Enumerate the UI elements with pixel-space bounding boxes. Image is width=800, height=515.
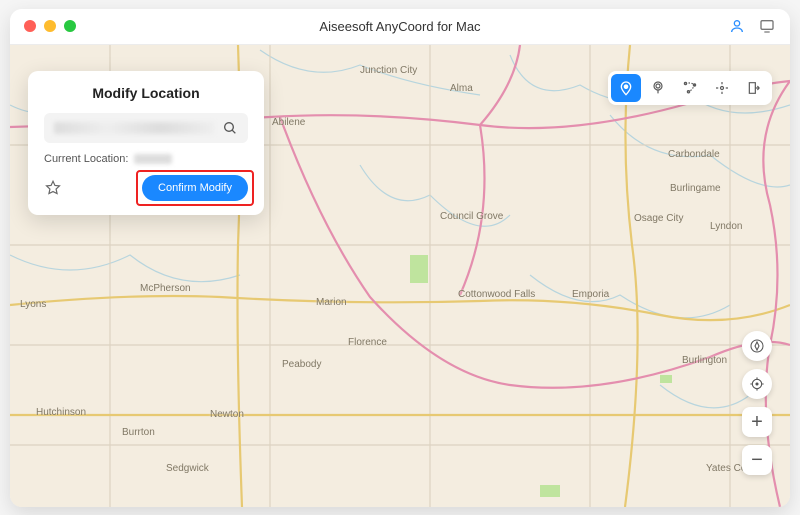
modify-panel-title: Modify Location — [44, 85, 248, 101]
search-icon — [222, 120, 238, 136]
titlebar: Aiseesoft AnyCoord for Mac — [10, 9, 790, 45]
map-side-controls: + − — [742, 331, 772, 475]
modify-location-panel: Modify Location Current Location: Confir… — [28, 71, 264, 215]
zoom-in-button[interactable]: + — [742, 407, 772, 437]
location-search-input[interactable] — [44, 113, 248, 143]
zoom-out-button[interactable]: − — [742, 445, 772, 475]
compass-button[interactable] — [742, 331, 772, 361]
mode-export[interactable] — [739, 74, 769, 102]
locate-button[interactable] — [742, 369, 772, 399]
current-location-label: Current Location: — [44, 153, 128, 165]
app-window: Aiseesoft AnyCoord for Mac — [10, 9, 790, 507]
confirm-modify-button[interactable]: Confirm Modify — [142, 175, 248, 201]
current-location-row: Current Location: — [44, 153, 248, 165]
mode-multi-stop[interactable] — [675, 74, 705, 102]
mode-modify-location[interactable] — [611, 74, 641, 102]
favorite-star-icon[interactable] — [44, 179, 62, 197]
window-title: Aiseesoft AnyCoord for Mac — [10, 19, 790, 34]
search-text-blurred — [54, 122, 214, 134]
mode-toolbar — [608, 71, 772, 105]
current-location-blurred — [134, 154, 172, 164]
mode-one-stop[interactable] — [643, 74, 673, 102]
mode-joystick[interactable] — [707, 74, 737, 102]
map-area[interactable]: Junction CityAlmaAbileneCarbondaleBurlin… — [10, 45, 790, 507]
